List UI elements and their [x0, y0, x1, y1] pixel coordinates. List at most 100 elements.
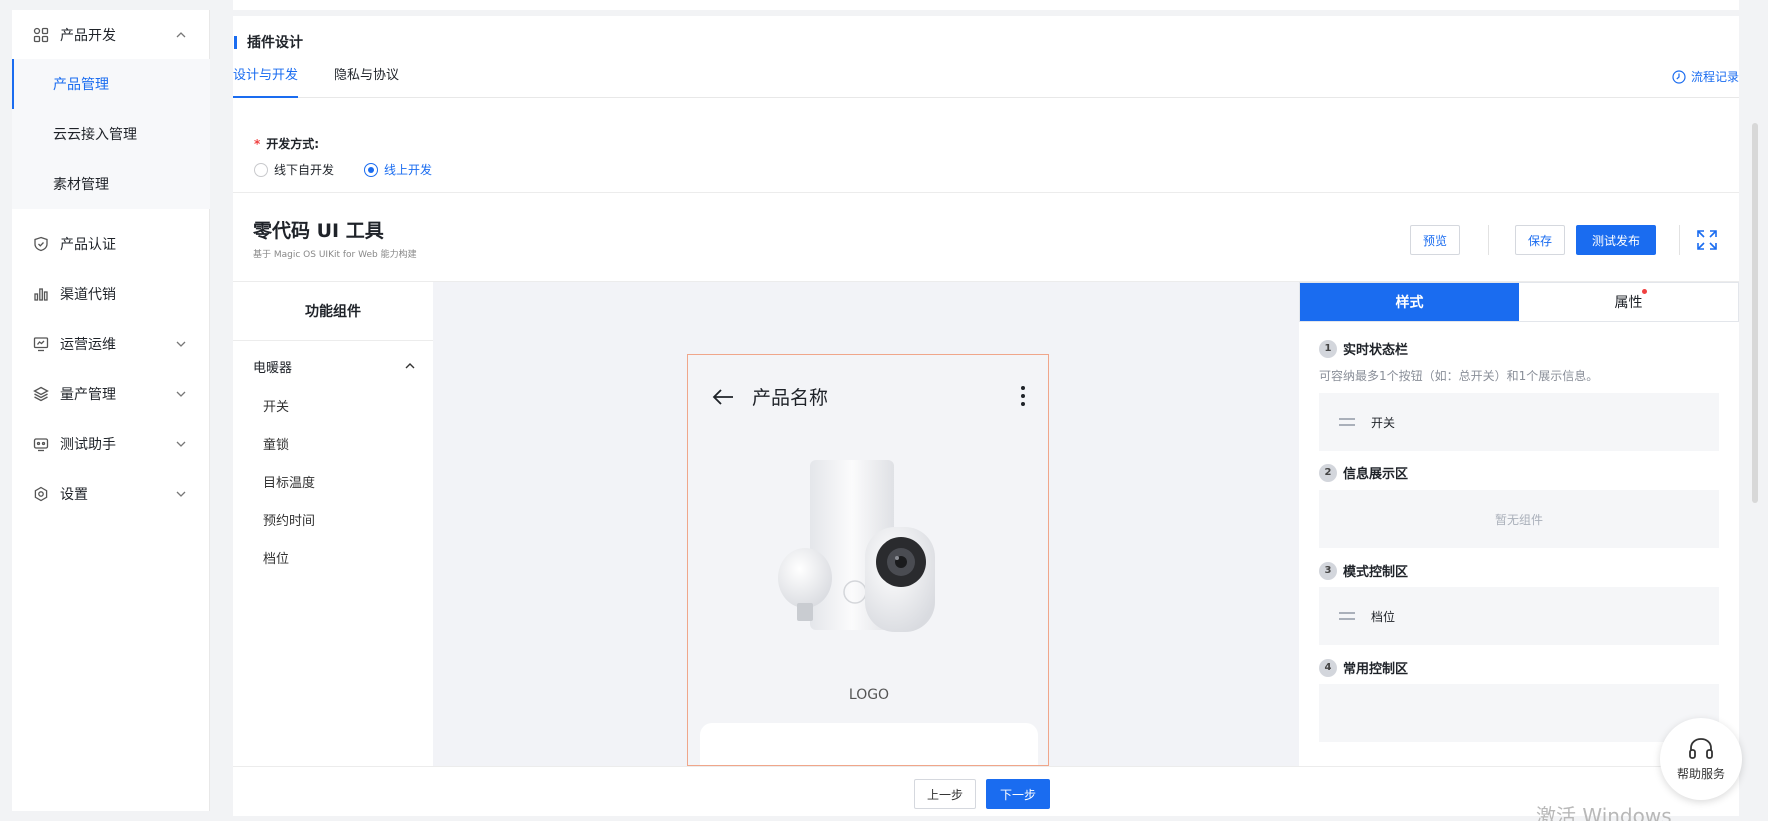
gear-icon: [32, 485, 50, 503]
sidebar-item-label: 产品开发: [60, 28, 116, 44]
editor-workspace: 功能组件 电暖器 开关 童锁 目标温度 预约时间 档位 产品名称 LOGO 样式…: [233, 282, 1739, 766]
sidebar-item-label: 量产管理: [60, 387, 116, 403]
section-description: 可容纳最多1个按钮（如：总开关）和1个展示信息。: [1319, 369, 1599, 383]
sidebar-item-label: 设置: [60, 487, 88, 503]
radio-label: 线上开发: [384, 163, 433, 177]
scrollbar[interactable]: [1752, 123, 1758, 503]
sidebar-subitem-label: 素材管理: [53, 177, 109, 193]
required-mark: *: [254, 137, 261, 151]
tab-attributes-label: 属性: [1614, 295, 1643, 311]
product-image: [778, 460, 935, 632]
chevron-up-icon[interactable]: [403, 359, 417, 373]
tool-subtitle: 基于 Magic OS UIKit for Web 能力构建: [253, 250, 417, 260]
back-arrow-icon[interactable]: [712, 388, 734, 406]
sidebar-subitem-cloud-access[interactable]: 云云接入管理: [12, 109, 210, 159]
tab-style[interactable]: 样式: [1300, 283, 1519, 321]
component-group-heater[interactable]: 电暖器: [253, 357, 423, 376]
tool-title: 零代码 UI 工具: [253, 220, 384, 242]
sidebar-subitem-material[interactable]: 素材管理: [12, 159, 210, 209]
fullscreen-icon[interactable]: [1696, 229, 1718, 251]
slot-common: [1319, 684, 1719, 742]
section-number: 2: [1319, 463, 1337, 482]
radio-circle[interactable]: [254, 162, 268, 177]
layers-icon: [32, 385, 50, 403]
section-status-bar: 1 实时状态栏: [1319, 339, 1408, 358]
test-publish-button[interactable]: 测试发布: [1576, 225, 1656, 255]
sidebar-item-certification[interactable]: 产品认证: [12, 219, 210, 269]
sidebar-item-label: 渠道代销: [60, 287, 116, 303]
tab-design-dev[interactable]: 设计与开发: [233, 66, 299, 98]
radio-circle[interactable]: [364, 162, 379, 177]
component-item-switch[interactable]: 开关: [263, 396, 289, 415]
slot-gear[interactable]: 档位: [1319, 587, 1719, 645]
dev-method-label: * 开发方式:: [254, 135, 319, 152]
logo-placeholder: LOGO: [848, 687, 890, 703]
windows-activation-watermark: 激活 Windows: [1536, 804, 1672, 821]
dev-method-label-text: 开发方式:: [266, 137, 320, 151]
save-button[interactable]: 保存: [1515, 225, 1565, 255]
property-panel: 样式 属性 1 实时状态栏 可容纳最多1个按钮（如：总开关）和1个展示信息。 开关…: [1299, 282, 1739, 766]
chevron-down-icon: [176, 441, 186, 447]
clock-icon: [1672, 69, 1686, 84]
section-title: 信息展示区: [1343, 467, 1409, 482]
section-title: 模式控制区: [1343, 565, 1409, 580]
component-item-gear[interactable]: 档位: [263, 548, 289, 567]
section-common-control: 4 常用控制区: [1319, 658, 1408, 677]
section-title: 插件设计: [233, 34, 303, 51]
chevron-down-icon: [176, 341, 186, 347]
sidebar-item-label: 测试助手: [60, 437, 116, 453]
sidebar-item-test-assistant[interactable]: 测试助手: [12, 419, 210, 469]
sidebar-item-settings[interactable]: 设置: [12, 469, 210, 519]
vertical-divider: [1679, 225, 1680, 255]
style-attr-toggle: 样式 属性: [1299, 282, 1739, 322]
sidebar-item-mass-production[interactable]: 量产管理: [12, 369, 210, 419]
bar-chart-icon: [32, 285, 50, 303]
section-info-display: 2 信息展示区: [1319, 463, 1408, 482]
section-number: 1: [1319, 339, 1337, 358]
shield-check-icon: [32, 235, 50, 253]
slot-label: 档位: [1371, 609, 1396, 624]
slot-empty: 暂无组件: [1319, 490, 1719, 548]
dev-method-radio-group: 线下自开发 线上开发: [254, 161, 462, 178]
prev-step-button[interactable]: 上一步: [914, 779, 976, 809]
monitor-icon: [32, 335, 50, 353]
more-vertical-icon[interactable]: [1020, 385, 1026, 407]
component-item-schedule[interactable]: 预约时间: [263, 510, 315, 529]
drag-handle-icon[interactable]: [1339, 612, 1355, 620]
sidebar-item-operations[interactable]: 运营运维: [12, 319, 210, 369]
phone-product-title: 产品名称: [752, 387, 829, 409]
chevron-down-icon: [176, 491, 186, 497]
sidebar-item-product-dev[interactable]: 产品开发: [12, 10, 210, 60]
phone-preview[interactable]: 产品名称 LOGO: [687, 354, 1049, 766]
sidebar-item-label: 产品认证: [60, 237, 116, 253]
section-number: 3: [1319, 561, 1337, 580]
radio-offline-dev[interactable]: 线下自开发: [254, 161, 334, 178]
component-group-label: 电暖器: [253, 361, 293, 376]
tab-attributes[interactable]: 属性: [1519, 283, 1738, 321]
component-item-child-lock[interactable]: 童锁: [263, 434, 289, 453]
component-panel: 功能组件 电暖器 开关 童锁 目标温度 预约时间 档位: [233, 282, 433, 766]
radio-online-dev[interactable]: 线上开发: [364, 161, 432, 178]
tab-privacy[interactable]: 隐私与协议: [334, 66, 399, 98]
slot-label: 开关: [1371, 415, 1396, 430]
headset-icon: [1689, 737, 1713, 759]
flow-record-label: 流程记录: [1690, 70, 1739, 84]
robot-icon: [32, 435, 50, 453]
drag-handle-icon[interactable]: [1339, 418, 1355, 426]
section-number: 4: [1319, 658, 1337, 677]
section-mode-control: 3 模式控制区: [1319, 561, 1408, 580]
component-item-target-temp[interactable]: 目标温度: [263, 472, 315, 491]
sidebar-subitem-product-manage[interactable]: 产品管理: [12, 59, 210, 109]
sidebar-item-channel[interactable]: 渠道代销: [12, 269, 210, 319]
preview-button[interactable]: 预览: [1410, 225, 1460, 255]
slot-switch[interactable]: 开关: [1319, 393, 1719, 451]
help-service-button[interactable]: 帮助服务: [1660, 718, 1742, 800]
grid-icon: [32, 26, 50, 44]
chevron-up-icon: [176, 32, 186, 38]
radio-label: 线下自开发: [274, 163, 335, 177]
component-panel-header: 功能组件: [233, 282, 433, 341]
next-step-button[interactable]: 下一步: [986, 779, 1050, 809]
flow-record-link[interactable]: 流程记录: [1672, 68, 1739, 85]
tab-bar: 设计与开发 隐私与协议: [233, 66, 1739, 98]
sidebar-item-label: 运营运维: [60, 337, 116, 353]
